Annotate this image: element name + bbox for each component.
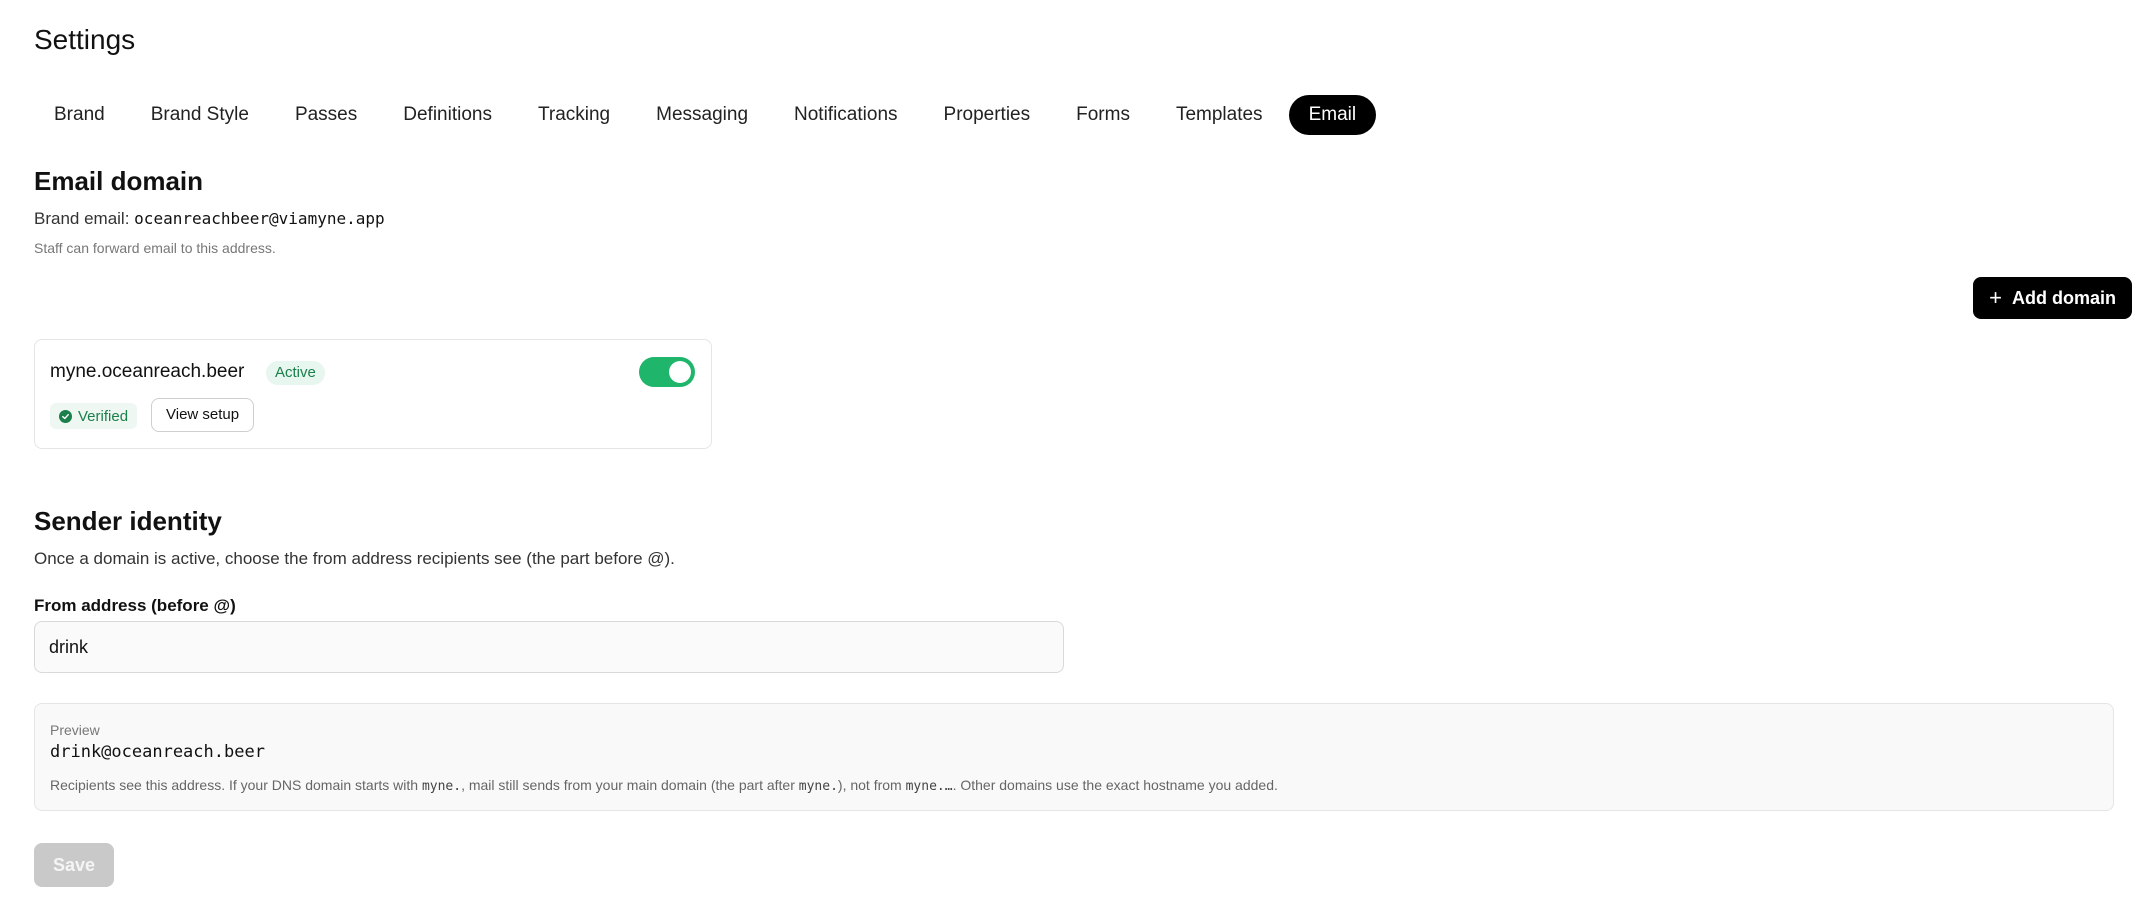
sender-identity-description: Once a domain is active, choose the from…: [34, 549, 675, 568]
add-domain-button[interactable]: + Add domain: [1973, 277, 2132, 319]
preview-note-text: Recipients see this address. If your DNS…: [50, 777, 422, 793]
tab-templates[interactable]: Templates: [1156, 95, 1283, 135]
tab-properties[interactable]: Properties: [924, 95, 1051, 135]
verified-badge: Verified: [50, 403, 138, 429]
preview-note-code: myne.: [798, 779, 838, 794]
check-circle-icon: [59, 409, 72, 423]
preview-note-text: . Other domains use the exact hostname y…: [952, 777, 1278, 793]
preview-note-code: myne.…: [905, 779, 953, 794]
tab-definitions[interactable]: Definitions: [383, 95, 512, 135]
domain-active-toggle[interactable]: [639, 357, 695, 387]
email-domain-heading: Email domain: [34, 166, 204, 196]
tab-email[interactable]: Email: [1288, 95, 1377, 135]
preview-note-text: ), not from: [837, 777, 906, 793]
tab-brand-style[interactable]: Brand Style: [131, 95, 269, 135]
sender-identity-heading: Sender identity: [34, 506, 222, 536]
brand-email-value: oceanreachbeer@viamyne.app: [134, 209, 385, 228]
tab-forms[interactable]: Forms: [1056, 95, 1150, 135]
brand-email-label: Brand email:: [34, 209, 130, 228]
toggle-knob: [669, 361, 691, 383]
tab-notifications[interactable]: Notifications: [774, 95, 918, 135]
preview-note-code: myne.: [421, 779, 462, 794]
tab-tracking[interactable]: Tracking: [518, 95, 630, 135]
settings-tabs: Brand Brand Style Passes Definitions Tra…: [34, 95, 1377, 135]
domain-name: myne.oceanreach.beer: [50, 361, 245, 382]
tab-brand[interactable]: Brand: [34, 95, 125, 135]
add-domain-label: Add domain: [2012, 287, 2116, 308]
preview-label: Preview: [50, 722, 100, 738]
tab-passes[interactable]: Passes: [275, 95, 377, 135]
plus-icon: +: [1989, 285, 2002, 310]
preview-note: Recipients see this address. If your DNS…: [50, 777, 1278, 794]
brand-email-row: Brand email: oceanreachbeer@viamyne.app: [34, 209, 385, 229]
verified-label: Verified: [78, 407, 129, 425]
preview-address: drink@oceanreach.beer: [50, 742, 265, 762]
from-address-input[interactable]: [34, 621, 1064, 673]
save-button[interactable]: Save: [34, 843, 115, 887]
tab-messaging[interactable]: Messaging: [636, 95, 768, 135]
preview-note-text: , mail still sends from your main domain…: [461, 777, 799, 793]
preview-panel: Preview drink@oceanreach.beer Recipients…: [34, 703, 2114, 811]
status-badge: Active: [266, 361, 325, 385]
brand-email-hint: Staff can forward email to this address.: [34, 240, 276, 256]
page-title: Settings: [34, 24, 136, 55]
domain-card: myne.oceanreach.beer Active Verified Vie…: [34, 339, 712, 449]
from-address-label: From address (before @): [34, 596, 236, 615]
view-setup-button[interactable]: View setup: [151, 398, 255, 432]
